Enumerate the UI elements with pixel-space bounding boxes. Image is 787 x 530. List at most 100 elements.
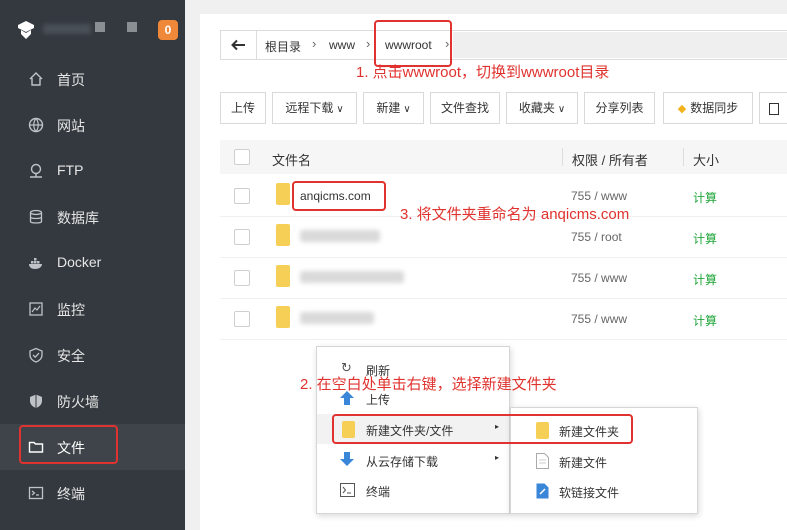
sidebar-item-monitor[interactable]: 监控 — [0, 286, 185, 332]
remote-download-label: 远程下载 — [285, 101, 334, 115]
menu-item-label: 新建文件 — [559, 456, 608, 470]
sidebar-item-label: 网站 — [57, 118, 85, 134]
path-bar[interactable]: 根目录 › www › wwwroot › — [220, 30, 787, 60]
sidebar-item-website[interactable]: 网站 — [0, 102, 185, 148]
top-strip — [200, 0, 787, 14]
brand: 0 — [0, 0, 185, 58]
row-checkbox[interactable] — [234, 229, 250, 245]
menu-item-terminal[interactable]: 终端 — [317, 475, 509, 505]
column-header-perm[interactable]: 权限 / 所有者 — [572, 150, 648, 169]
breadcrumb-www[interactable]: www — [329, 38, 355, 52]
annotation-step-2: 2. 在空白处单击右键，选择新建文件夹 — [300, 376, 557, 393]
file-search-button[interactable]: 文件查找 — [430, 92, 500, 124]
upload-button[interactable]: 上传 — [220, 92, 266, 124]
sidebar-item-home[interactable]: 首页 — [0, 56, 185, 102]
chevron-down-icon: ∨ — [403, 104, 411, 115]
document-icon — [768, 102, 779, 115]
table-row[interactable]: 755 / www 计算 — [220, 299, 787, 340]
column-header-size[interactable]: 大小 — [693, 150, 719, 169]
data-sync-label: 数据同步 — [690, 101, 739, 115]
sidebar-item-firewall[interactable]: 防火墙 — [0, 378, 185, 424]
shield-icon — [29, 347, 43, 363]
data-sync-button[interactable]: ◆ 数据同步 — [663, 92, 753, 124]
folder-icon — [276, 265, 290, 287]
menu-item-new-file[interactable]: 新建文件 — [511, 446, 697, 476]
monitor-icon — [29, 302, 43, 316]
annotation-step-1: 1. 点击wwwroot，切换到wwwroot目录 — [356, 64, 610, 81]
new-button-label: 新建 — [376, 101, 401, 115]
sidebar-item-label: 数据库 — [57, 210, 99, 226]
home-icon — [29, 72, 43, 86]
file-permission[interactable]: 755 / root — [571, 230, 622, 244]
brand-name-blurred — [43, 24, 91, 34]
favorites-label: 收藏夹 — [518, 101, 555, 115]
size-calculate-link[interactable]: 计算 — [693, 189, 717, 206]
globe-icon — [28, 117, 44, 133]
sidebar-item-database[interactable]: 数据库 — [0, 194, 185, 240]
remote-download-button[interactable]: 远程下载 ∨ — [272, 92, 357, 124]
size-calculate-link[interactable]: 计算 — [693, 312, 717, 329]
submenu-arrow-icon: ▸ — [494, 453, 499, 462]
column-divider — [683, 148, 684, 166]
path-input-area[interactable] — [453, 32, 787, 58]
sidebar-item-label: 终端 — [57, 486, 85, 502]
sidebar-item-security[interactable]: 安全 — [0, 332, 185, 378]
brand-decor — [127, 22, 137, 32]
file-table-header: 文件名 权限 / 所有者 大小 — [220, 140, 787, 174]
sidebar-item-label: FTP — [57, 162, 84, 178]
row-checkbox[interactable] — [234, 188, 250, 204]
file-name-blurred[interactable] — [300, 312, 374, 324]
column-header-name[interactable]: 文件名 — [272, 150, 311, 169]
folder-icon — [276, 306, 290, 328]
menu-item-label: 软链接文件 — [559, 486, 620, 500]
file-permission[interactable]: 755 / www — [571, 271, 627, 285]
sidebar-item-docker[interactable]: Docker — [0, 240, 185, 286]
file-permission[interactable]: 755 / www — [571, 312, 627, 326]
file-search-label: 文件查找 — [440, 101, 489, 115]
new-button[interactable]: 新建 ∨ — [363, 92, 424, 124]
arrow-left-icon — [231, 39, 245, 51]
file-name-blurred[interactable] — [300, 230, 380, 242]
share-list-button[interactable]: 分享列表 — [584, 92, 655, 124]
sidebar-item-label: 安全 — [57, 348, 85, 364]
download-arrow-icon — [340, 452, 354, 466]
share-list-label: 分享列表 — [595, 101, 644, 115]
back-button[interactable] — [221, 31, 257, 59]
column-divider — [562, 148, 563, 166]
favorites-button[interactable]: 收藏夹 ∨ — [506, 92, 578, 124]
sidebar-item-label: 首页 — [57, 72, 85, 88]
docker-icon — [29, 258, 42, 269]
chevron-down-icon: ∨ — [557, 104, 566, 115]
menu-item-label: 终端 — [366, 485, 391, 499]
size-calculate-link[interactable]: 计算 — [693, 271, 717, 288]
select-all-checkbox[interactable] — [234, 149, 250, 165]
sidebar-item-label: 防火墙 — [57, 394, 99, 410]
file-icon — [536, 453, 549, 469]
terminal-icon — [340, 483, 355, 497]
file-permission[interactable]: 755 / www — [571, 189, 627, 203]
menu-item-soft-link[interactable]: 软链接文件 — [511, 476, 697, 506]
row-checkbox[interactable] — [234, 270, 250, 286]
sidebar-item-ftp[interactable]: FTP — [0, 148, 185, 194]
ftp-icon — [30, 163, 42, 178]
menu-item-cloud-download[interactable]: 从云存储下载 ▸ — [317, 445, 509, 475]
breadcrumb-separator: › — [312, 36, 317, 51]
annotation-highlight-files-nav — [19, 425, 118, 464]
annotation-highlight-filename — [292, 181, 386, 211]
annotation-step-3: 3. 将文件夹重命名为 anqicms.com — [400, 206, 630, 223]
file-name-blurred[interactable] — [300, 271, 404, 283]
sidebar-item-terminal[interactable]: 终端 — [0, 470, 185, 516]
breadcrumb-root[interactable]: 根目录 — [265, 38, 301, 55]
row-checkbox[interactable] — [234, 311, 250, 327]
diamond-icon: ◆ — [677, 103, 687, 115]
sidebar-item-label: Docker — [57, 254, 102, 270]
notification-badge[interactable]: 0 — [158, 20, 178, 40]
folder-icon — [276, 183, 290, 205]
upload-button-label: 上传 — [230, 101, 255, 115]
folder-icon — [276, 224, 290, 246]
size-calculate-link[interactable]: 计算 — [693, 230, 717, 247]
table-row[interactable]: 755 / www 计算 — [220, 258, 787, 299]
more-button[interactable] — [759, 92, 787, 124]
annotation-highlight-new-folder — [332, 414, 633, 444]
terminal-icon — [28, 486, 44, 500]
